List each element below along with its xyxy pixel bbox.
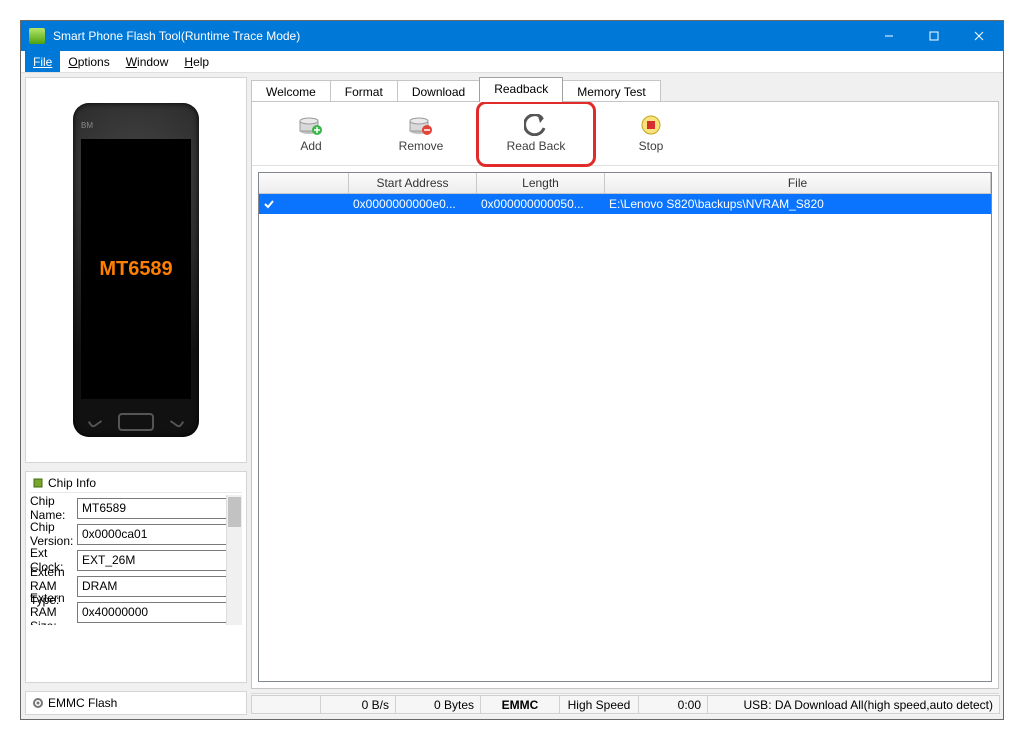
- table-row[interactable]: 0x0000000000e0...0x000000000050...E:\Len…: [259, 194, 991, 214]
- phone-chip-label: MT6589: [99, 258, 172, 281]
- chip-label: Chip Version:: [30, 520, 75, 548]
- chip-row: Chip Version:: [30, 521, 242, 547]
- phone-menu-key: [170, 415, 184, 428]
- chip-value-input[interactable]: [77, 550, 242, 571]
- chip-label: Extern RAM Size:: [30, 591, 75, 625]
- status-mode: High Speed: [559, 695, 639, 714]
- col-checkbox[interactable]: [259, 173, 349, 194]
- tab-download[interactable]: Download: [397, 80, 480, 102]
- maximize-button[interactable]: [911, 21, 956, 51]
- window-title: Smart Phone Flash Tool(Runtime Trace Mod…: [53, 29, 866, 43]
- titlebar: Smart Phone Flash Tool(Runtime Trace Mod…: [21, 21, 1003, 51]
- remove-button[interactable]: Remove: [366, 106, 476, 162]
- readback-table: Start Address Length File 0x0000000000e0…: [258, 172, 992, 682]
- tab-welcome[interactable]: Welcome: [251, 80, 331, 102]
- chip-row: Chip Name:: [30, 495, 242, 521]
- row-checkbox[interactable]: [263, 198, 275, 210]
- col-file[interactable]: File: [605, 173, 991, 194]
- status-empty: [251, 695, 321, 714]
- cell-start: 0x0000000000e0...: [349, 197, 477, 211]
- readback-highlight: Read Back: [476, 101, 596, 167]
- minimize-button[interactable]: [866, 21, 911, 51]
- chip-value-input[interactable]: [77, 602, 242, 623]
- close-button[interactable]: [956, 21, 1001, 51]
- statusbar: 0 B/s 0 Bytes EMMC High Speed 0:00 USB: …: [251, 693, 999, 715]
- gear-icon: [32, 697, 44, 709]
- tab-readback[interactable]: Readback: [479, 77, 563, 102]
- phone-home-key: [118, 413, 154, 431]
- add-button[interactable]: Add: [256, 106, 366, 162]
- chip-value-input[interactable]: [77, 524, 242, 545]
- app-icon: [29, 28, 45, 44]
- cell-file: E:\Lenovo S820\backups\NVRAM_S820: [605, 197, 991, 211]
- tab-memory-test[interactable]: Memory Test: [562, 80, 660, 102]
- emmc-title: EMMC Flash: [48, 696, 117, 710]
- status-storage: EMMC: [480, 695, 560, 714]
- chipinfo-scrollbar[interactable]: [226, 495, 242, 625]
- chip-label: Chip Name:: [30, 495, 75, 522]
- chip-info-panel: Chip Info Chip Name:Chip Version:Ext Clo…: [25, 471, 247, 683]
- chip-value-input[interactable]: [77, 498, 242, 519]
- phone-back-key: [88, 415, 102, 428]
- emmc-flash-panel: EMMC Flash: [25, 691, 247, 715]
- tabbar: WelcomeFormatDownloadReadbackMemory Test: [251, 77, 999, 102]
- menubar: File Options Window Help: [21, 51, 1003, 73]
- stop-button[interactable]: Stop: [596, 106, 706, 162]
- chip-icon: [32, 477, 44, 489]
- chip-info-title: Chip Info: [48, 476, 96, 490]
- cell-length: 0x000000000050...: [477, 197, 605, 211]
- status-usb: USB: DA Download All(high speed,auto det…: [707, 695, 1000, 714]
- status-bytes: 0 Bytes: [395, 695, 481, 714]
- status-speed: 0 B/s: [320, 695, 396, 714]
- col-start-address[interactable]: Start Address: [349, 173, 477, 194]
- phone-brand: BM: [81, 121, 93, 130]
- menu-help[interactable]: Help: [176, 51, 217, 72]
- menu-file[interactable]: File: [25, 51, 60, 72]
- col-length[interactable]: Length: [477, 173, 605, 194]
- chip-row: Extern RAM Size:: [30, 599, 242, 625]
- menu-window[interactable]: Window: [118, 51, 177, 72]
- tab-format[interactable]: Format: [330, 80, 398, 102]
- toolbar: Add Remove Read Back Stop: [252, 102, 998, 166]
- phone-preview: BM MT6589: [25, 77, 247, 463]
- menu-options[interactable]: Options: [60, 51, 117, 72]
- chip-value-input[interactable]: [77, 576, 242, 597]
- status-time: 0:00: [638, 695, 708, 714]
- readback-button[interactable]: Read Back: [481, 106, 591, 162]
